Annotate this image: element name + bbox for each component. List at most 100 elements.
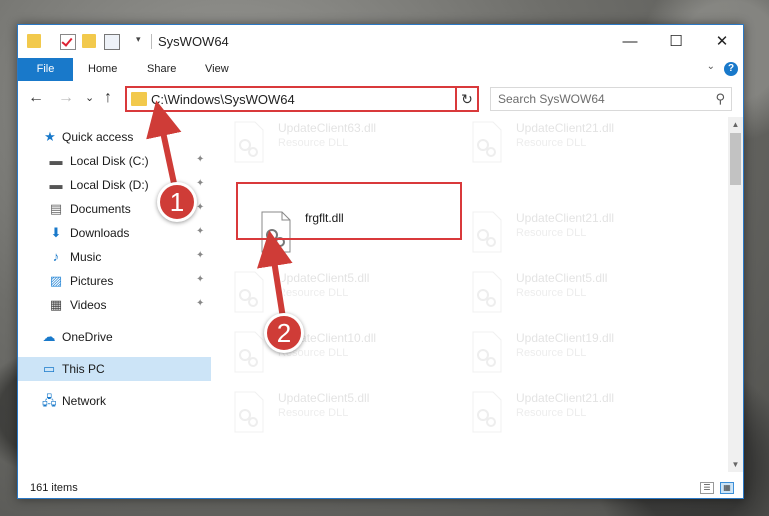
file-item[interactable]: UpdateClient63.dll Resource DLL: [227, 119, 452, 171]
properties-check-icon[interactable]: [60, 34, 76, 50]
file-type: Resource DLL: [278, 287, 349, 299]
scroll-down-icon[interactable]: ▼: [728, 457, 743, 472]
minimize-button[interactable]: —: [607, 25, 653, 58]
window-title: SysWOW64: [158, 34, 229, 49]
sidebar-item-network[interactable]: 🖧 Network: [18, 389, 211, 413]
new-folder-icon[interactable]: [82, 34, 96, 48]
maximize-button[interactable]: ☐: [653, 25, 699, 58]
file-type: Resource DLL: [516, 137, 587, 149]
sidebar-item-label: Videos: [70, 298, 107, 312]
sidebar-item-label: Pictures: [70, 274, 114, 288]
file-item[interactable]: UpdateClient5.dll Resource DLL: [227, 269, 452, 321]
step-badge-1: 1: [157, 182, 197, 222]
help-icon[interactable]: ?: [724, 62, 738, 76]
sidebar-item-label: Local Disk (D:): [70, 178, 149, 192]
dll-file-icon: [472, 391, 502, 433]
sidebar-item-label: Quick access: [62, 130, 134, 144]
explorer-window: ▾ SysWOW64 — ☐ ✕ File Home Share View ⌄ …: [17, 24, 744, 499]
file-item[interactable]: UpdateClient21.dll Resource DLL: [465, 209, 690, 261]
navigation-bar: ← → ⌄ ↑ C:\Windows\SysWOW64 ⌄ ↻ Search S…: [18, 81, 743, 117]
pin-icon: ✦: [196, 298, 205, 309]
drive-icon: ▬: [49, 153, 63, 168]
sidebar-item-music[interactable]: ♪ Music ✦: [18, 245, 211, 269]
item-count: 161 items: [30, 482, 78, 494]
vertical-scrollbar[interactable]: ▲ ▼: [728, 117, 743, 472]
videos-icon: ▦: [49, 297, 63, 312]
dll-file-icon: [234, 391, 264, 433]
sidebar-item-label: Music: [70, 250, 102, 264]
dll-file-icon: [234, 121, 264, 163]
file-type: Resource DLL: [516, 407, 587, 419]
file-item[interactable]: UpdateClient21.dll Resource DLL: [465, 119, 690, 171]
sidebar-item-downloads[interactable]: ⬇ Downloads ✦: [18, 221, 211, 245]
computer-icon: ▭: [42, 361, 56, 376]
quick-access-dropdown-icon[interactable]: ▾: [136, 34, 141, 45]
large-icons-view-icon[interactable]: ▦: [720, 482, 734, 494]
sidebar-item-label: This PC: [62, 362, 105, 376]
up-button[interactable]: ↑: [104, 89, 112, 107]
file-name: UpdateClient21.dll: [516, 391, 615, 405]
sidebar-item-label: Local Disk (C:): [70, 154, 149, 168]
file-type: Resource DLL: [278, 137, 349, 149]
dll-file-icon: [472, 331, 502, 373]
file-name: UpdateClient19.dll: [516, 331, 615, 345]
pin-icon: ✦: [196, 250, 205, 261]
pin-icon: ✦: [196, 226, 205, 237]
dll-file-icon: [472, 121, 502, 163]
status-bar: 161 items ☰ ▦: [18, 480, 743, 498]
star-icon: ★: [44, 129, 56, 144]
file-item[interactable]: UpdateClient21.dll Resource DLL: [465, 389, 690, 441]
address-bar[interactable]: C:\Windows\SysWOW64 ⌄: [125, 86, 478, 112]
search-placeholder: Search SysWOW64: [498, 92, 605, 106]
forward-button[interactable]: →: [58, 89, 74, 107]
file-name: UpdateClient21.dll: [516, 211, 615, 225]
close-button[interactable]: ✕: [699, 25, 743, 58]
tab-view[interactable]: View: [205, 58, 229, 81]
sidebar-item-this-pc[interactable]: ▭ This PC: [18, 357, 211, 381]
file-name: UpdateClient63.dll: [278, 121, 377, 135]
sidebar-item-label: Network: [62, 394, 107, 408]
file-item[interactable]: UpdateClient19.dll Resource DLL: [465, 329, 690, 381]
details-view-icon[interactable]: ☰: [700, 482, 714, 494]
refresh-button[interactable]: ↻: [455, 86, 479, 112]
network-icon: 🖧: [42, 393, 57, 408]
search-icon[interactable]: ⚲: [715, 91, 725, 107]
sidebar-item-onedrive[interactable]: ☁ OneDrive: [18, 325, 211, 349]
tab-home[interactable]: Home: [88, 58, 117, 81]
folder-icon: [131, 92, 147, 106]
sidebar-item-quick-access[interactable]: ★ Quick access: [18, 125, 211, 149]
customize-toolbar-icon[interactable]: [104, 34, 120, 50]
title-separator: [151, 34, 152, 49]
recent-locations-button[interactable]: ⌄: [85, 91, 94, 104]
file-name: UpdateClient5.dll: [278, 391, 370, 405]
address-path[interactable]: C:\Windows\SysWOW64: [151, 92, 295, 107]
search-input[interactable]: Search SysWOW64 ⚲: [490, 87, 732, 111]
dll-file-icon: [234, 271, 264, 313]
scroll-thumb[interactable]: [730, 133, 741, 185]
file-type: Resource DLL: [516, 347, 587, 359]
file-item[interactable]: UpdateClient5.dll Resource DLL: [465, 269, 690, 321]
step-badge-2: 2: [264, 313, 304, 353]
file-type: Resource DLL: [516, 227, 587, 239]
pin-icon: ✦: [196, 178, 205, 189]
back-button[interactable]: ←: [28, 89, 44, 107]
pictures-icon: ▨: [49, 273, 63, 288]
pin-icon: ✦: [196, 154, 205, 165]
file-item[interactable]: UpdateClient5.dll Resource DLL: [227, 389, 452, 441]
file-list: UpdateClient63.dll Resource DLL frgflt.d…: [227, 117, 722, 472]
pin-icon: ✦: [196, 202, 205, 213]
title-bar: ▾ SysWOW64 — ☐ ✕: [18, 25, 743, 58]
drive-icon: ▬: [49, 177, 63, 192]
sidebar-item-label: OneDrive: [62, 330, 113, 344]
sidebar-item-local-disk-c[interactable]: ▬ Local Disk (C:) ✦: [18, 149, 211, 173]
sidebar-item-label: Downloads: [70, 226, 130, 240]
pin-icon: ✦: [196, 274, 205, 285]
dll-file-icon: [234, 331, 264, 373]
file-item[interactable]: UpdateClient10.dll Resource DLL: [227, 329, 452, 381]
file-tab[interactable]: File: [18, 58, 73, 81]
sidebar-item-pictures[interactable]: ▨ Pictures ✦: [18, 269, 211, 293]
expand-ribbon-icon[interactable]: ⌄: [707, 61, 715, 72]
sidebar-item-videos[interactable]: ▦ Videos ✦: [18, 293, 211, 317]
scroll-up-icon[interactable]: ▲: [728, 117, 743, 132]
tab-share[interactable]: Share: [147, 58, 176, 81]
